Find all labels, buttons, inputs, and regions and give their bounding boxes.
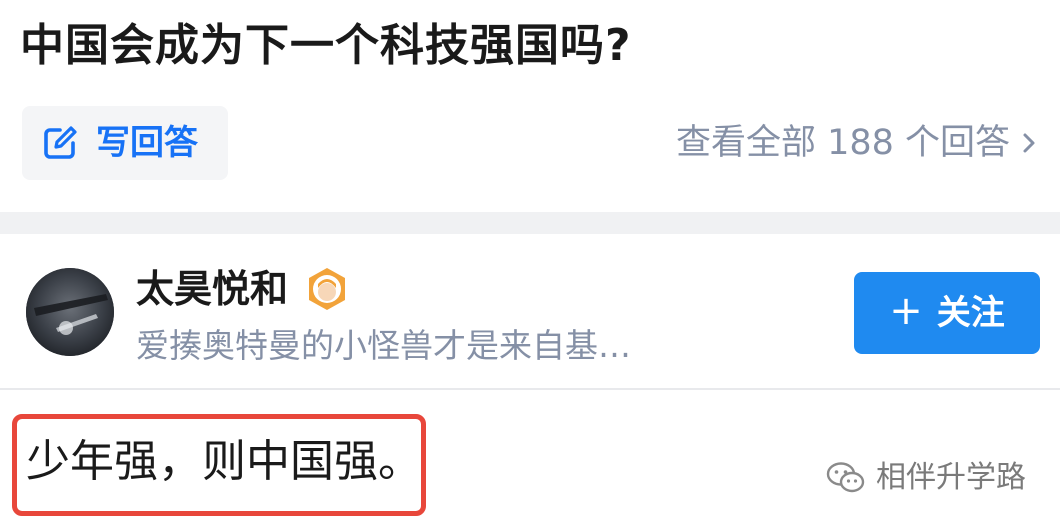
watermark: 相伴升学路	[826, 458, 1026, 498]
section-divider	[0, 212, 1060, 234]
author-name[interactable]: 太昊悦和	[136, 264, 288, 314]
author-bio: 爱揍奥特曼的小怪兽才是来自基…	[136, 326, 631, 365]
edit-pencil-icon	[44, 126, 77, 159]
follow-button[interactable]: + 关注	[854, 272, 1040, 354]
follow-label: 关注	[936, 293, 1005, 333]
question-title[interactable]: 中国会成为下一个科技强国吗?	[20, 16, 632, 76]
row-divider	[0, 388, 1060, 390]
write-answer-button[interactable]: 写回答	[22, 106, 228, 180]
avatar[interactable]	[26, 268, 114, 356]
answer-page: 中国会成为下一个科技强国吗? 写回答 查看全部 188 个回答 太昊悦和 爱揍奥…	[0, 0, 1060, 526]
view-all-label: 查看全部 188 个回答	[675, 123, 1010, 163]
plus-icon: +	[889, 288, 923, 334]
watermark-text: 相伴升学路	[876, 460, 1026, 495]
avatar-image	[26, 268, 114, 356]
write-answer-label: 写回答	[96, 123, 198, 163]
user-badge-icon	[309, 268, 345, 310]
answer-text[interactable]: 少年强，则中国强。	[26, 432, 422, 492]
view-all-answers-link[interactable]: 查看全部 188 个回答	[676, 120, 1040, 166]
wechat-icon	[826, 462, 865, 493]
chevron-right-icon	[1023, 133, 1035, 153]
